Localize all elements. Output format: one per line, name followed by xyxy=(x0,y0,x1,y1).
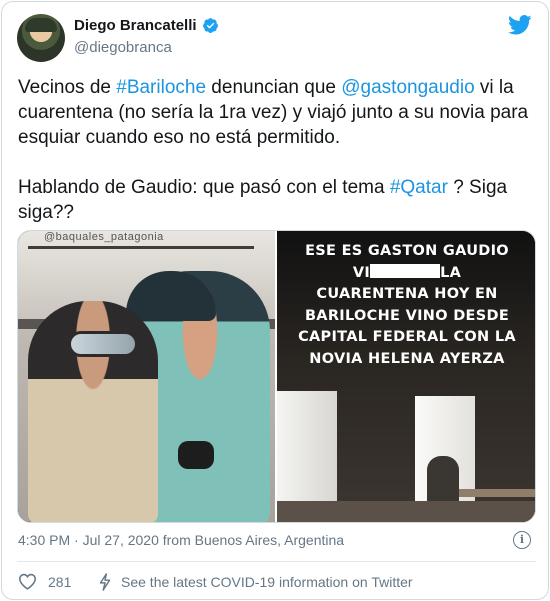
cabin-person xyxy=(427,456,459,504)
caption-word: LA xyxy=(440,264,462,281)
hashtag-bariloche[interactable]: #Bariloche xyxy=(116,77,206,98)
caption-line-1: ESE ES GASTON GAUDIO xyxy=(305,243,509,259)
mention-gastongaudio[interactable]: @gastongaudio xyxy=(341,77,474,98)
photo-tag: @baquales_patagonia xyxy=(44,231,164,243)
author-name-row: Diego Brancatelli xyxy=(74,17,219,34)
hashtag-qatar[interactable]: #Qatar xyxy=(390,177,448,198)
photo-caption-screenshot[interactable]: ESE ES GASTON GAUDIO VI LA CUARENTENA HOY… xyxy=(277,231,535,522)
covid-info-link[interactable]: See the latest COVID-19 information on T… xyxy=(98,573,413,591)
heart-icon[interactable] xyxy=(18,573,37,590)
lightning-icon xyxy=(99,573,111,591)
text-segment: denuncian que xyxy=(206,77,342,98)
cabin-window-left xyxy=(277,391,337,516)
info-icon[interactable]: i xyxy=(513,531,531,549)
glove xyxy=(178,441,214,469)
tweet-timestamp[interactable]: 4:30 PM · Jul 27, 2020 from Buenos Aires… xyxy=(18,532,344,548)
photo-caption: ESE ES GASTON GAUDIO VI LA CUARENTENA HOY… xyxy=(277,241,535,370)
goggles xyxy=(68,331,138,357)
like-action[interactable]: 281 xyxy=(18,573,71,590)
twitter-bird-icon[interactable] xyxy=(508,15,532,35)
divider xyxy=(17,561,536,562)
caption-word: VI xyxy=(352,264,371,281)
tweet-text: Vecinos de #Bariloche denuncian que @gas… xyxy=(18,75,538,225)
tweet-card: Diego Brancatelli @diegobranca Vecinos d… xyxy=(1,1,549,600)
tweet-paragraph-1: Vecinos de #Bariloche denuncian que @gas… xyxy=(18,75,538,150)
caption-line-2: VI LA xyxy=(277,263,535,285)
tweet-media[interactable]: @baquales_patagonia ESE ES GASTON GAUDIO… xyxy=(17,230,536,523)
redaction-box xyxy=(370,263,441,278)
tweet-paragraph-2: Hablando de Gaudio: que pasó con el tema… xyxy=(18,175,538,225)
display-name[interactable]: Diego Brancatelli xyxy=(74,17,197,34)
photo-ski-couple[interactable]: @baquales_patagonia xyxy=(18,231,276,522)
caption-body: CUARENTENA HOY EN BARILOCHE VINO DESDE C… xyxy=(298,286,516,367)
verified-badge-icon xyxy=(202,18,218,33)
avatar[interactable] xyxy=(17,14,65,62)
covid-info-label: See the latest COVID-19 information on T… xyxy=(121,574,413,590)
text-segment: Hablando de Gaudio: que pasó con el tema xyxy=(18,177,390,198)
cabin-floor xyxy=(277,501,535,522)
author-handle[interactable]: @diegobranca xyxy=(74,39,172,56)
text-segment: Vecinos de xyxy=(18,77,117,98)
like-count: 281 xyxy=(48,573,72,590)
